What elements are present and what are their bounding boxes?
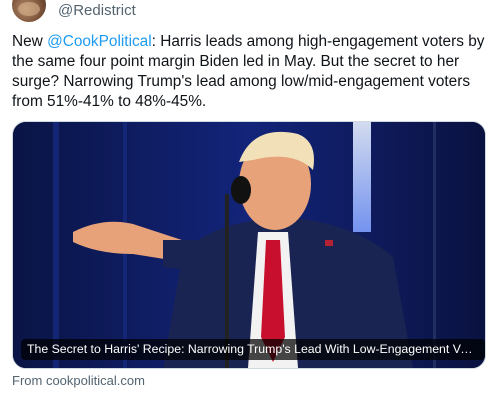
card-caption: The Secret to Harris' Recipe: Narrowing … — [21, 339, 485, 360]
tweet[interactable]: @Redistrict New @CookPolitical: Harris l… — [0, 0, 495, 400]
link-card[interactable]: The Secret to Harris' Recipe: Narrowing … — [12, 121, 486, 369]
mention-link[interactable]: @CookPolitical — [47, 33, 152, 50]
avatar[interactable] — [12, 0, 46, 22]
tweet-text: New @CookPolitical: Harris leads among h… — [12, 32, 488, 112]
author-handle[interactable]: @Redistrict — [58, 2, 136, 19]
card-source[interactable]: From cookpolitical.com — [12, 373, 145, 388]
card-image — [13, 122, 485, 368]
tweet-header: @Redistrict — [12, 0, 136, 22]
tweet-text-prefix: New — [12, 33, 48, 50]
